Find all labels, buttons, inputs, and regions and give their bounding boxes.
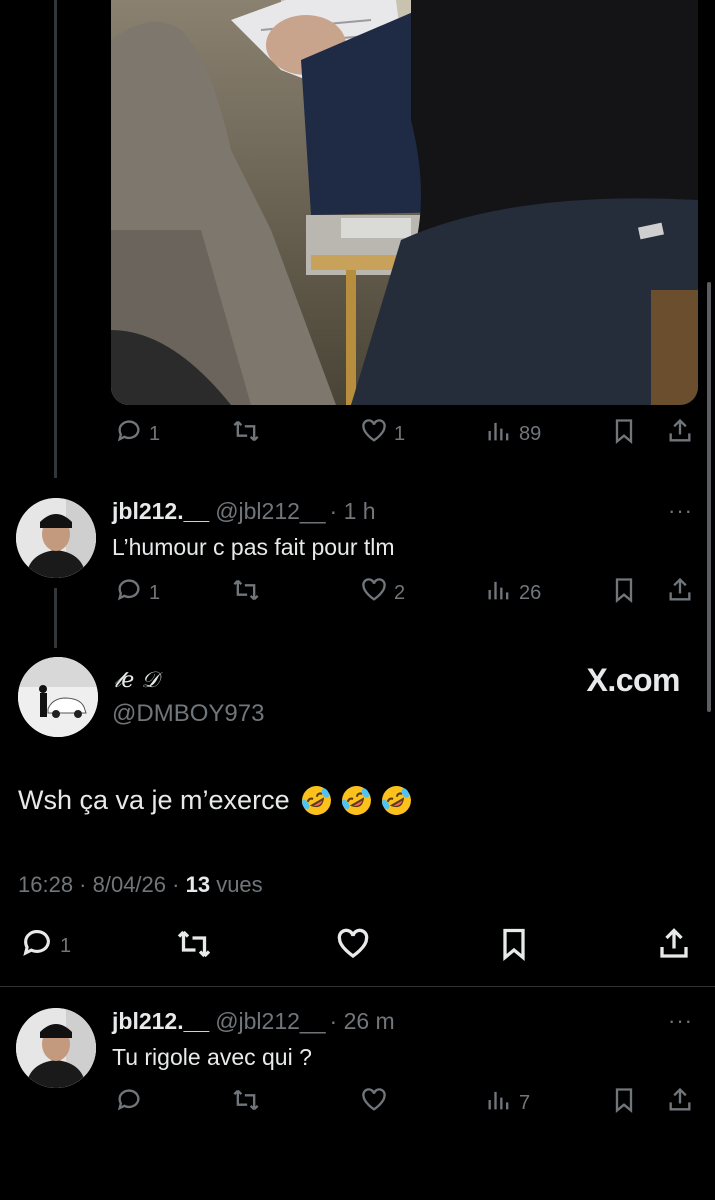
heart-icon <box>360 417 388 451</box>
reply-text: Tu rigole avec qui ? <box>112 1044 312 1070</box>
share-icon <box>666 417 694 451</box>
display-name[interactable]: jbl212.__ <box>112 498 209 524</box>
views-button[interactable]: 26 <box>485 576 541 610</box>
reply-header: jbl212.__ @jbl212__ · 26 m <box>112 1008 395 1035</box>
tweet-actions: 1 <box>0 926 715 966</box>
user-handle[interactable]: @DMBOY973 <box>112 700 264 728</box>
tweet-actions: 1 2 26 <box>0 576 715 616</box>
views-button[interactable]: 89 <box>485 417 541 451</box>
like-button[interactable] <box>360 1086 388 1120</box>
bookmark-icon <box>610 1086 638 1120</box>
reply-count: 1 <box>149 581 161 604</box>
views-icon <box>485 1086 513 1120</box>
reply-text: L’humour c pas fait pour tlm <box>112 534 395 560</box>
views-count: 13 <box>185 872 211 897</box>
retweet-button[interactable] <box>232 1086 260 1120</box>
reply-icon <box>115 1086 143 1120</box>
display-name[interactable]: jbl212.__ <box>112 1008 209 1034</box>
views-button[interactable]: 7 <box>485 1086 530 1120</box>
retweet-icon <box>232 1086 260 1120</box>
tweet-text-body: Wsh ça va je m’exerce <box>18 785 290 815</box>
views-count: 7 <box>519 1091 531 1114</box>
reply-count: 1 <box>149 422 161 445</box>
like-button[interactable]: 1 <box>360 417 405 451</box>
share-icon <box>666 1086 694 1120</box>
reply-button[interactable] <box>115 1086 143 1120</box>
share-button[interactable] <box>666 576 694 610</box>
thread-view: 1 1 89 jbl212.__ @jbl212__ · 1 h ··· L’h… <box>0 0 715 1200</box>
avatar[interactable] <box>18 657 98 737</box>
reply-button[interactable]: 1 <box>115 417 160 451</box>
tweet-meta: 16:28 · 8/04/26 · 13 vues <box>18 872 263 898</box>
retweet-button[interactable] <box>232 417 260 451</box>
scrollbar[interactable] <box>707 282 711 712</box>
views-count: 89 <box>519 422 542 445</box>
retweet-button[interactable] <box>176 926 212 968</box>
avatar[interactable] <box>16 1008 96 1088</box>
reply-icon <box>115 417 143 451</box>
share-icon <box>666 576 694 610</box>
views-count: 26 <box>519 581 542 604</box>
avatar[interactable] <box>16 498 96 578</box>
views-icon <box>485 576 513 610</box>
rolling-on-floor-laughing-icon <box>301 786 331 815</box>
rolling-on-floor-laughing-icon <box>341 786 371 815</box>
reply-header: jbl212.__ @jbl212__ · 1 h <box>112 498 376 525</box>
user-handle[interactable]: @jbl212__ <box>215 498 325 524</box>
like-button[interactable]: 2 <box>360 576 405 610</box>
heart-icon <box>360 1086 388 1120</box>
share-button[interactable] <box>666 1086 694 1120</box>
bookmark-button[interactable] <box>610 417 638 451</box>
timestamp: · 1 h <box>329 498 376 524</box>
like-count: 1 <box>394 422 406 445</box>
retweet-icon <box>232 417 260 451</box>
thread-connector <box>54 0 57 478</box>
bookmark-button[interactable] <box>610 576 638 610</box>
heart-icon <box>360 576 388 610</box>
tweet-text: Wsh ça va je m’exerce <box>18 784 413 817</box>
share-button[interactable] <box>666 417 694 451</box>
share-icon <box>656 926 692 968</box>
timestamp: · 26 m <box>329 1008 395 1034</box>
more-options-button[interactable]: ··· <box>668 1008 693 1034</box>
bookmark-button[interactable] <box>496 926 532 968</box>
views-label: vues <box>216 872 263 897</box>
tweet-actions: 7 <box>0 1086 715 1126</box>
reply-button[interactable]: 1 <box>20 926 71 966</box>
reply-count: 1 <box>60 934 72 957</box>
more-options-button[interactable]: ··· <box>668 498 693 524</box>
retweet-icon <box>232 576 260 610</box>
heart-icon <box>335 926 371 968</box>
like-button[interactable] <box>335 926 371 968</box>
retweet-icon <box>176 926 212 968</box>
display-name[interactable]: 𝓁𝑒 𝒟 <box>114 668 159 693</box>
bookmark-icon <box>610 576 638 610</box>
bookmark-button[interactable] <box>610 1086 638 1120</box>
tweet-actions: 1 1 89 <box>0 417 715 457</box>
bookmark-icon <box>496 926 532 968</box>
user-handle[interactable]: @jbl212__ <box>215 1008 325 1034</box>
like-count: 2 <box>394 581 406 604</box>
x-logo-text: X.com <box>586 662 680 698</box>
bookmark-icon <box>610 417 638 451</box>
rolling-on-floor-laughing-icon <box>381 786 411 815</box>
reply-icon <box>115 576 143 610</box>
reply-icon <box>20 926 54 966</box>
tweet-photo[interactable] <box>111 0 698 405</box>
share-button[interactable] <box>656 926 692 968</box>
views-icon <box>485 417 513 451</box>
reply-button[interactable]: 1 <box>115 576 160 610</box>
tweet-timestamp[interactable]: 16:28 · 8/04/26 · <box>18 872 179 897</box>
divider <box>0 986 715 987</box>
retweet-button[interactable] <box>232 576 260 610</box>
